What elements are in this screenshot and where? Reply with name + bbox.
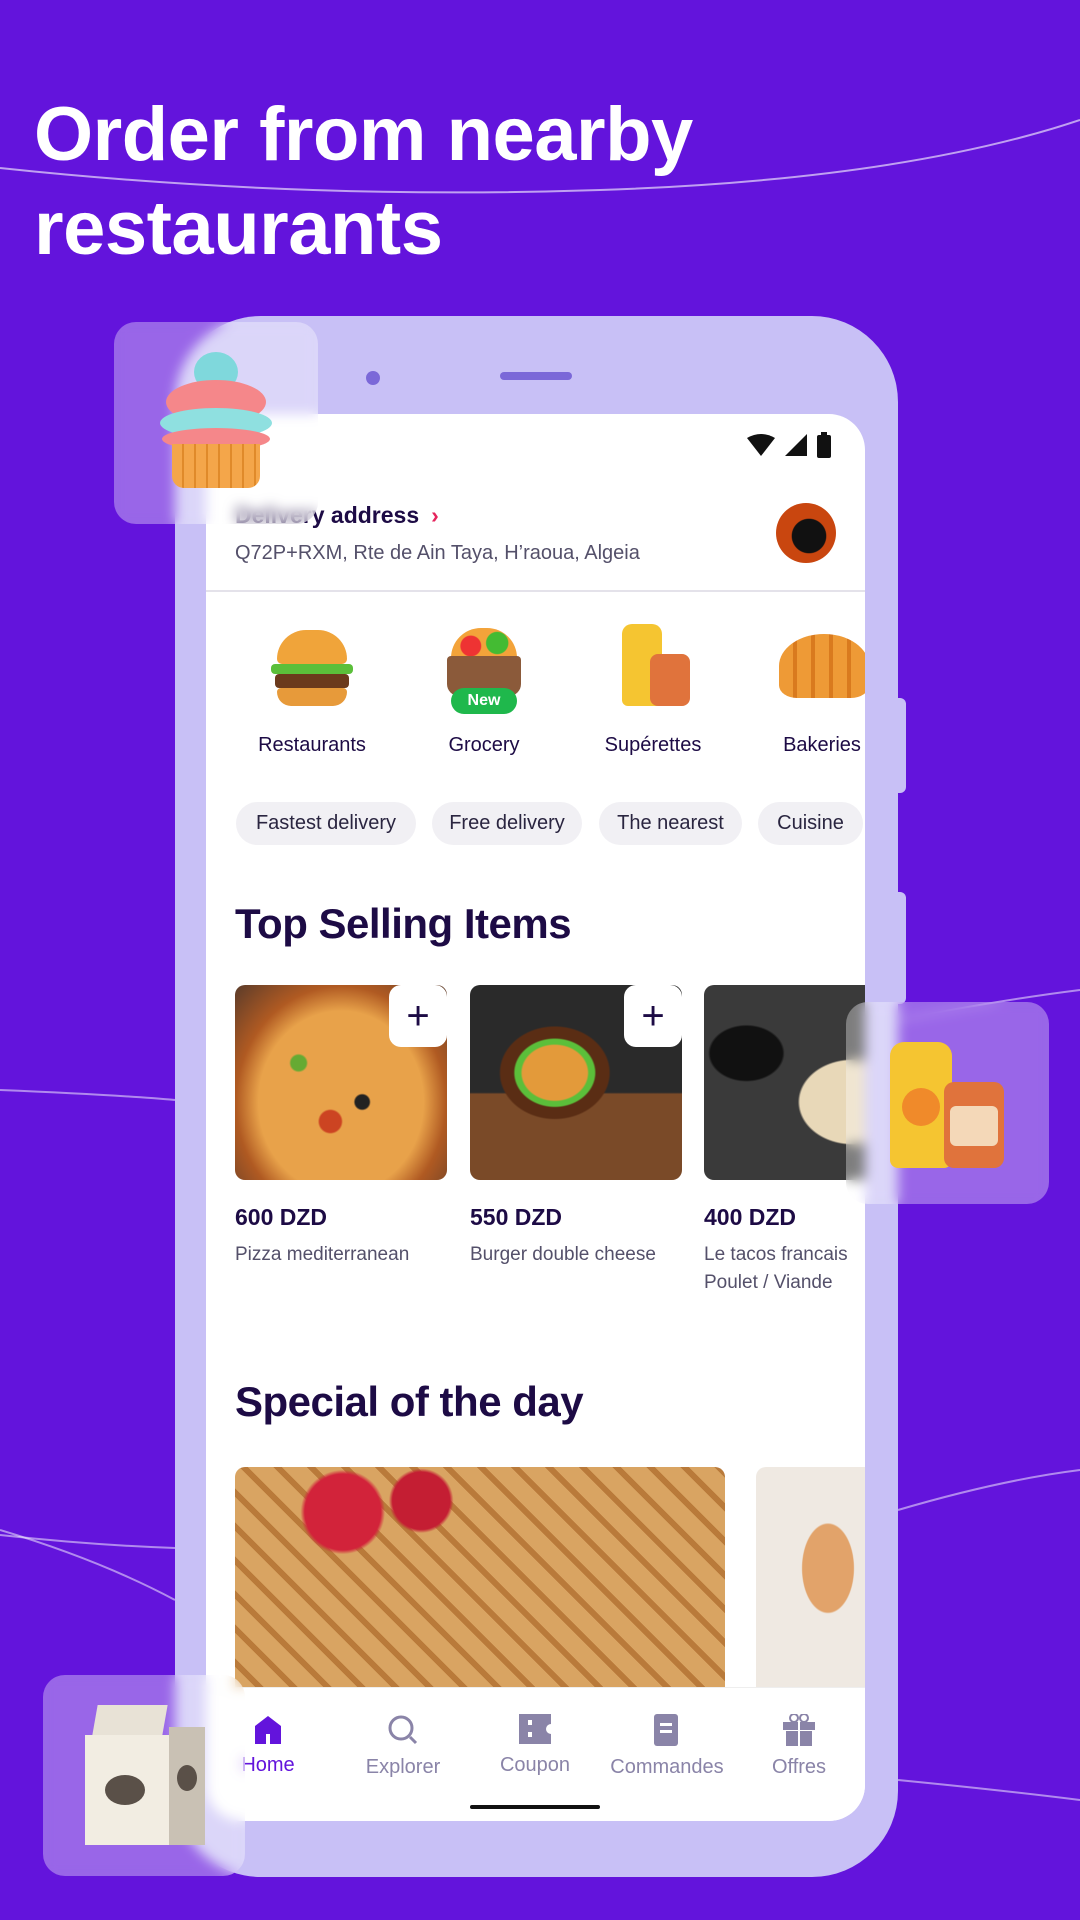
product-name: Le tacos francais Poulet / Viande [704,1241,865,1297]
wifi-icon [747,434,775,456]
receipt-icon [654,1714,678,1746]
category-label: Grocery [448,734,520,756]
product-price: 550 DZD [470,1204,563,1230]
product-price: 400 DZD [704,1204,797,1230]
product-name: Pizza mediterranean [235,1244,410,1265]
signal-icon [785,434,807,456]
section-title-top-selling: Top Selling Items [235,900,572,947]
home-icon [255,1716,281,1744]
status-bar [747,432,831,458]
nav-label: Commandes [610,1756,724,1778]
croissant-icon [779,624,865,710]
new-badge: New [451,688,517,714]
product-name-line-2: Poulet / Viande [704,1272,833,1293]
add-to-cart-button[interactable]: + [389,985,447,1047]
nav-offres[interactable]: Offres [734,1714,864,1779]
product-card[interactable]: + 600 DZD Pizza mediterranean [235,985,447,1269]
phone-side-button [896,892,906,1004]
category-superettes[interactable]: Supérettes [578,624,728,757]
milk-tile [43,1675,245,1876]
nav-label: Home [241,1754,295,1776]
speaker [500,372,572,380]
chevron-right-icon: › [431,502,439,528]
nav-label: Coupon [499,1754,571,1776]
special-image[interactable] [756,1467,865,1692]
product-image [704,985,865,1180]
divider [206,590,865,592]
app-screen: Delivery address › Q72P+RXM, Rte de Ain T… [206,414,865,1821]
home-indicator [470,1805,600,1809]
product-image: + [235,985,447,1180]
delivery-address-value: Q72P+RXM, Rte de Ain Taya, H’raoua, Alge… [235,542,640,564]
cupcake-tile [114,322,318,524]
ticket-icon [519,1714,551,1744]
grocery-basket-icon: New [441,624,527,714]
phone-side-button [896,698,906,793]
nav-label: Explorer [365,1756,441,1778]
nav-commandes[interactable]: Commandes [602,1714,732,1779]
avatar[interactable] [776,503,836,563]
category-bakeries[interactable]: Bakeries [747,624,865,757]
product-price: 600 DZD [235,1204,328,1230]
section-title-special: Special of the day [235,1378,584,1425]
search-icon [388,1715,418,1745]
add-to-cart-button[interactable]: + [624,985,682,1047]
product-card[interactable]: + 550 DZD Burger double cheese [470,985,682,1269]
category-grocery[interactable]: New Grocery [409,624,559,757]
headline: Order from nearby restaurants [34,88,693,276]
nav-coupon[interactable]: Coupon [470,1714,600,1777]
category-restaurants[interactable]: Restaurants [237,624,387,757]
headline-line-2: restaurants [34,186,443,271]
milk-carton-icon [85,1705,205,1845]
filter-chip-cuisine[interactable]: Cuisine [758,802,863,845]
special-image[interactable] [235,1467,725,1692]
product-name-line-1: Le tacos francais [704,1244,848,1265]
product-image: + [470,985,682,1180]
category-label: Bakeries [783,734,861,756]
battery-icon [817,432,831,458]
juice-jar-icon [890,1032,1010,1172]
burger-icon [269,624,355,710]
cupcake-icon [158,352,274,492]
category-label: Supérettes [604,734,702,756]
bottom-nav: Home Explorer Coupon Commandes Offres [206,1687,865,1821]
filter-chip-free-delivery[interactable]: Free delivery [432,802,582,845]
camera [366,371,380,385]
product-name: Burger double cheese [470,1244,656,1265]
category-label: Restaurants [258,734,366,756]
nav-label: Offres [771,1756,827,1778]
headline-line-1: Order from nearby [34,92,693,177]
product-card[interactable]: 400 DZD Le tacos francais Poulet / Viande [704,985,865,1297]
filter-chip-fastest-delivery[interactable]: Fastest delivery [236,802,416,845]
nav-explorer[interactable]: Explorer [338,1714,468,1779]
juice-jar-icon [610,624,696,710]
filter-chip-the-nearest[interactable]: The nearest [599,802,742,845]
juice-jar-tile [846,1002,1049,1204]
gift-icon [783,1714,815,1746]
